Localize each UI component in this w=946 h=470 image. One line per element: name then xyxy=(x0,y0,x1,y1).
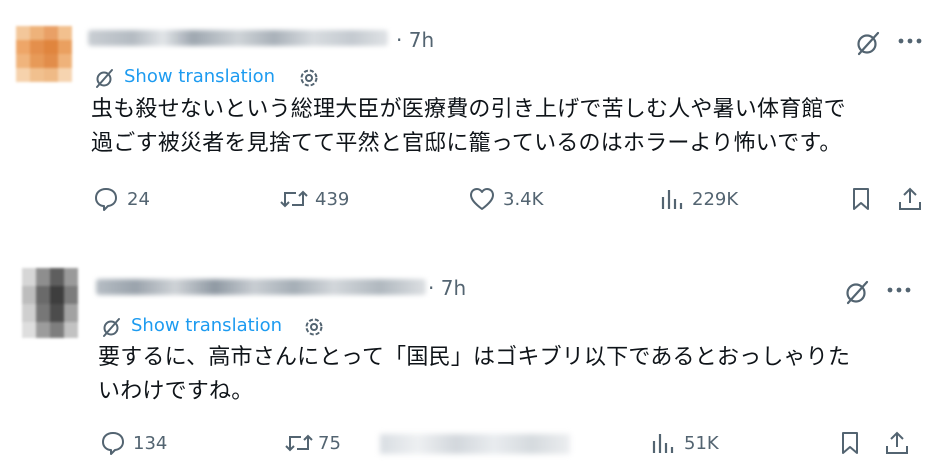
views-bars-icon[interactable] xyxy=(650,431,676,455)
grok-slash-icon[interactable] xyxy=(842,277,872,307)
show-translation-label: Show translation xyxy=(124,66,276,87)
reply-count: 134 xyxy=(133,433,168,454)
post-text-line-1: 虫も殺せないという総理大臣が医療費の引き上げで苦しむ人や暑い体育館で xyxy=(91,97,846,122)
grok-slash-icon[interactable] xyxy=(853,28,883,58)
more-dots-icon[interactable] xyxy=(886,284,912,296)
avatar[interactable] xyxy=(22,268,78,338)
share-icon[interactable] xyxy=(897,185,923,213)
view-count: 51K xyxy=(684,433,719,454)
redacted-like-area xyxy=(380,434,570,454)
show-translation-link[interactable]: Show translation xyxy=(93,66,333,88)
reply-bubble-icon[interactable] xyxy=(100,430,126,456)
gear-icon xyxy=(303,316,325,338)
repost-arrows-icon[interactable] xyxy=(283,430,315,456)
display-name[interactable] xyxy=(88,30,388,46)
timestamp[interactable]: · 7h xyxy=(396,28,434,52)
reply-bubble-icon[interactable] xyxy=(93,186,119,212)
post-text-line-1: 要するに、高市さんにとって「国民」はゴキブリ以下であるとおっしゃりた xyxy=(98,345,851,370)
gear-icon xyxy=(298,67,320,89)
repost-count: 75 xyxy=(318,433,341,454)
show-translation-link[interactable]: Show translation xyxy=(100,315,340,337)
bookmark-icon[interactable] xyxy=(850,186,872,212)
repost-arrows-icon[interactable] xyxy=(278,186,310,212)
post-1[interactable]: · 7h Show translation 虫も殺せないという総理大臣が医療費の… xyxy=(0,0,946,240)
reply-count: 24 xyxy=(127,189,150,210)
post-text-line-2: 過ごす被災者を見捨てて平然と官邸に籠っているのはホラーより怖いです。 xyxy=(91,131,842,156)
bookmark-icon[interactable] xyxy=(839,430,861,456)
more-dots-icon[interactable] xyxy=(897,35,923,47)
like-count: 3.4K xyxy=(503,189,544,210)
post-2[interactable]: · 7h Show translation 要するに、高市さんにとって「国民」は… xyxy=(0,250,946,470)
heart-icon[interactable] xyxy=(468,186,496,212)
translate-slash-icon xyxy=(93,66,117,90)
view-count: 229K xyxy=(692,189,739,210)
display-name[interactable] xyxy=(96,279,426,295)
post-text-line-2: いわけですね。 xyxy=(98,379,254,404)
share-icon[interactable] xyxy=(884,429,910,457)
repost-count: 439 xyxy=(315,189,350,210)
translate-slash-icon xyxy=(100,315,124,339)
timestamp[interactable]: · 7h xyxy=(428,276,466,300)
avatar[interactable] xyxy=(16,26,72,82)
views-bars-icon[interactable] xyxy=(659,187,685,211)
show-translation-label: Show translation xyxy=(131,315,283,336)
